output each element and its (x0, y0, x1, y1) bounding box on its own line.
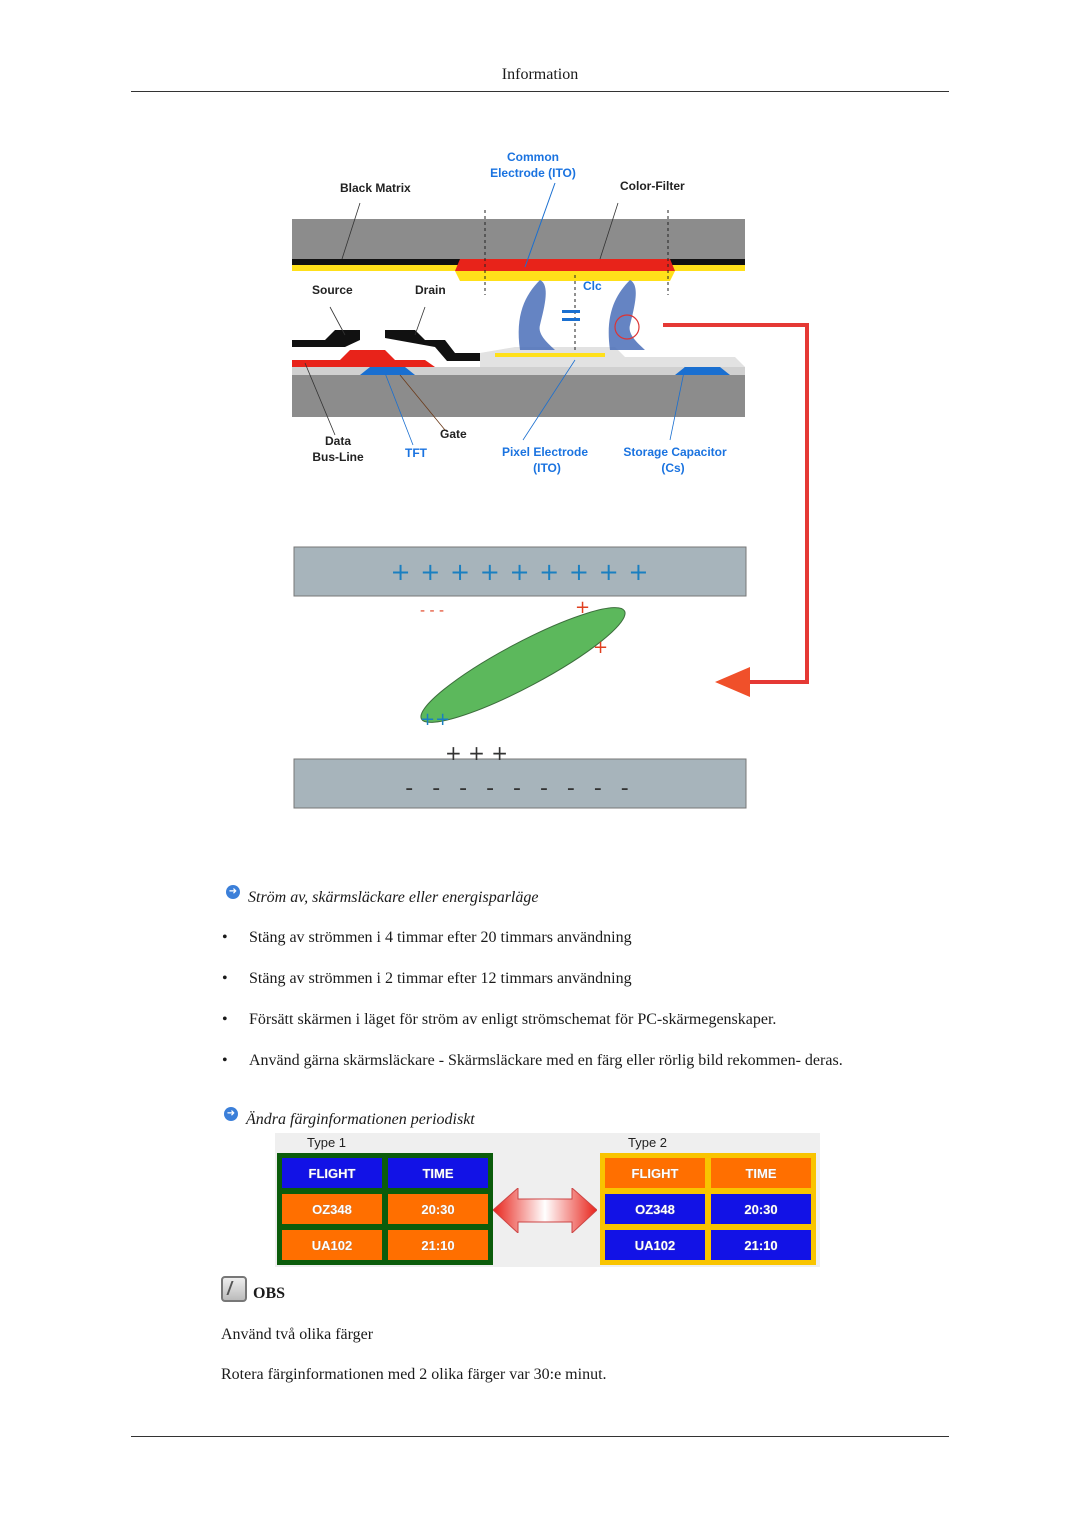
svg-text:+: + (575, 597, 590, 618)
type2-cell: OZ348 (605, 1194, 705, 1224)
label-clc: Clc (583, 279, 602, 293)
color-rotation-figure: Type 1 Type 2 FLIGHT TIME OZ348 20:30 UA… (275, 1133, 820, 1267)
section-heading-color: ➜ Ändra färginformationen periodiskt (224, 1107, 475, 1129)
section-heading-power-text: Ström av, skärmsläckare eller energispar… (248, 889, 539, 906)
footer-divider (131, 1436, 949, 1437)
lcd-diagram-svg: Black Matrix Common Electrode (ITO) Colo… (292, 150, 809, 809)
type1-cell: OZ348 (282, 1194, 382, 1224)
label-black-matrix: Black Matrix (340, 181, 411, 195)
type2-cell: TIME (711, 1158, 811, 1188)
arrow-right-circle-icon: ➜ (226, 885, 240, 899)
page-header-title: Information (501, 66, 579, 83)
type1-cell: 20:30 (388, 1194, 488, 1224)
type1-label: Type 1 (307, 1135, 347, 1150)
type1-board: FLIGHT TIME OZ348 20:30 UA102 21:10 (277, 1153, 493, 1265)
list-item: Stäng av strömmen i 2 timmar efter 12 ti… (222, 969, 892, 989)
label-pixel-electrode-1: Pixel Electrode (502, 445, 588, 459)
label-color-filter: Color-Filter (620, 179, 685, 193)
label-pixel-electrode-2: (ITO) (533, 461, 561, 475)
lcd-pixel-diagram: Black Matrix Common Electrode (ITO) Colo… (275, 135, 830, 825)
type1-cell: UA102 (282, 1230, 382, 1260)
label-common-electrode-2: Electrode (ITO) (490, 166, 576, 180)
power-tips-list: Stäng av strömmen i 4 timmar efter 20 ti… (222, 928, 892, 1092)
section-heading-power: ➜ Ström av, skärmsläckare eller energisp… (226, 885, 539, 907)
svg-text:- - -: - - - (420, 603, 444, 619)
type2-cell: FLIGHT (605, 1158, 705, 1188)
label-common-electrode-1: Common (507, 150, 559, 164)
arrow-right-circle-icon: ➜ (224, 1107, 238, 1121)
type1-cell: TIME (388, 1158, 488, 1188)
note-label: OBS (253, 1285, 286, 1302)
svg-text:+: + (593, 637, 608, 658)
liquid-crystal-molecule (518, 280, 555, 350)
note-line-2: Rotera färginformationen med 2 olika fär… (221, 1366, 607, 1383)
type2-cell: 20:30 (711, 1194, 811, 1224)
signal-arrowhead (715, 667, 750, 697)
label-data-bus-line-1: Data (325, 434, 351, 448)
label-storage-capacitor-1: Storage Capacitor (623, 445, 727, 459)
list-item: Försätt skärmen i läget för ström av enl… (222, 1010, 892, 1030)
bottom-glass (292, 375, 745, 417)
note-block: OBS (221, 1275, 285, 1303)
section-heading-color-text: Ändra färginformationen periodiskt (246, 1111, 475, 1128)
label-storage-capacitor-2: (Cs) (661, 461, 684, 475)
drain-electrode (385, 330, 480, 361)
source-electrode (292, 330, 360, 347)
list-item: Använd gärna skärmsläckare - Skärmsläcka… (222, 1051, 892, 1071)
color-filter-layer (455, 259, 675, 271)
label-data-bus-line-2: Bus-Line (312, 450, 364, 464)
type2-cell: UA102 (605, 1230, 705, 1260)
top-plate-charges: + + + + + + + + + (390, 558, 649, 586)
header-divider (131, 91, 949, 92)
note-line-1: Använd två olika färger (221, 1326, 374, 1343)
label-drain: Drain (415, 283, 446, 297)
type2-board: FLIGHT TIME OZ348 20:30 UA102 21:10 (600, 1153, 816, 1265)
label-source: Source (312, 283, 353, 297)
pixel-electrode (495, 353, 605, 357)
type2-label: Type 2 (628, 1135, 668, 1150)
list-item: Stäng av strömmen i 4 timmar efter 20 ti… (222, 928, 892, 948)
label-tft: TFT (405, 446, 428, 460)
double-arrow-icon (493, 1188, 597, 1233)
type2-cell: 21:10 (711, 1230, 811, 1260)
type1-cell: 21:10 (388, 1230, 488, 1260)
capacitor-symbol (562, 310, 580, 313)
svg-text:+ + +: + + + (445, 741, 508, 765)
type1-cell: FLIGHT (282, 1158, 382, 1188)
top-glass (292, 219, 745, 259)
svg-text:++: ++ (420, 709, 450, 730)
note-pencil-icon (221, 1276, 247, 1302)
bottom-plate-charges: - - - - - - - - - (405, 776, 634, 801)
